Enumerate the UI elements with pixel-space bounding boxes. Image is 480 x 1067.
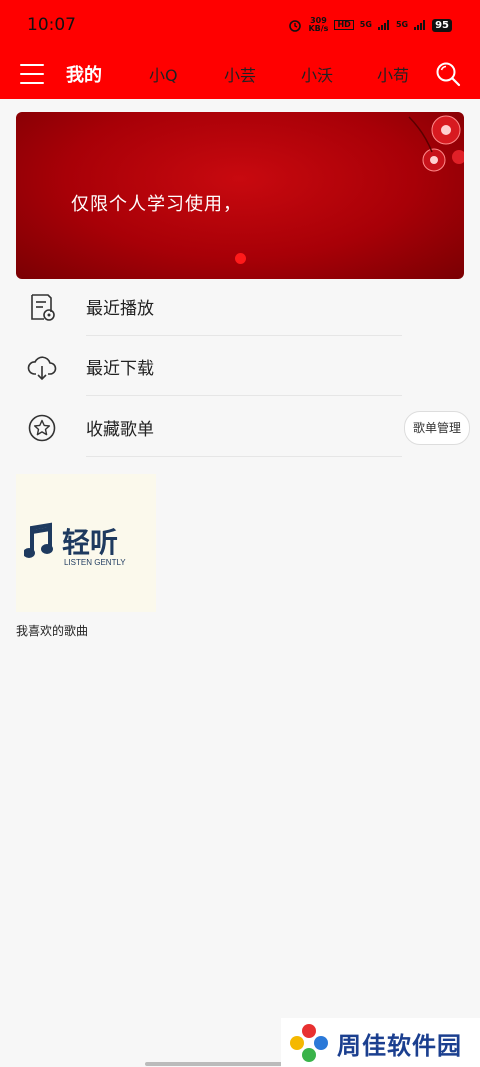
banner-text: 仅限个人学习使用，	[71, 194, 242, 215]
recent-download-row[interactable]: 最近下载	[0, 336, 480, 396]
logo-subtext: LISTEN GENTLY	[64, 558, 126, 567]
banner[interactable]: 仅限个人学习使用，	[16, 112, 464, 279]
status-bar: 10:07 309 KB/s HD 5G 5G 95	[0, 0, 480, 50]
signal-bars-icon-2	[414, 20, 426, 30]
search-icon[interactable]	[435, 61, 461, 87]
app-logo-icon: 轻听 LISTEN GENTLY	[24, 522, 126, 567]
hd-badge: HD	[334, 20, 354, 30]
tab-mine[interactable]: 我的	[66, 61, 102, 87]
playlist-cover[interactable]: 轻听 LISTEN GENTLY	[16, 474, 156, 612]
tab-xiaogou[interactable]: 小苟	[377, 62, 409, 86]
nav-bar: 我的 小Q 小芸 小沃 小苟	[0, 54, 480, 94]
manage-playlists-button[interactable]: 歌单管理	[404, 411, 470, 445]
status-time: 10:07	[27, 15, 76, 35]
banner-page-indicator	[235, 253, 246, 264]
flower-decoration-icon	[408, 115, 464, 172]
logo-text: 轻听	[62, 527, 118, 558]
watermark: 周佳软件园	[281, 1018, 480, 1067]
recent-play-icon	[31, 294, 55, 321]
recent-download-label: 最近下载	[86, 359, 154, 379]
watermark-text: 周佳软件园	[337, 1032, 462, 1060]
favorites-label: 收藏歌单	[86, 420, 154, 440]
status-icons: 309 KB/s HD 5G 5G 95	[288, 17, 452, 33]
cloud-download-icon	[27, 356, 57, 381]
recent-play-label: 最近播放	[86, 299, 154, 319]
alarm-icon	[289, 20, 302, 32]
star-icon	[28, 414, 56, 442]
signal-5g-2: 5G	[395, 20, 409, 29]
tab-xiaowo[interactable]: 小沃	[301, 62, 333, 86]
row-divider	[86, 456, 402, 457]
watermark-logo-icon	[290, 1024, 328, 1062]
net-speed: 309 KB/s	[308, 16, 329, 33]
signal-bars-icon	[377, 20, 389, 30]
top-bar: 10:07 309 KB/s HD 5G 5G 95 我的 小Q 小芸 小沃 小…	[0, 0, 480, 99]
tab-xiaoyun[interactable]: 小芸	[224, 62, 256, 86]
menu-icon[interactable]	[20, 64, 44, 84]
playlist-name[interactable]: 我喜欢的歌曲	[16, 622, 88, 639]
signal-5g-1: 5G	[359, 20, 372, 29]
row-divider	[86, 395, 402, 396]
tab-xiaoq[interactable]: 小Q	[149, 62, 178, 86]
recent-play-row[interactable]: 最近播放	[0, 276, 480, 336]
battery-indicator: 95	[432, 18, 452, 32]
